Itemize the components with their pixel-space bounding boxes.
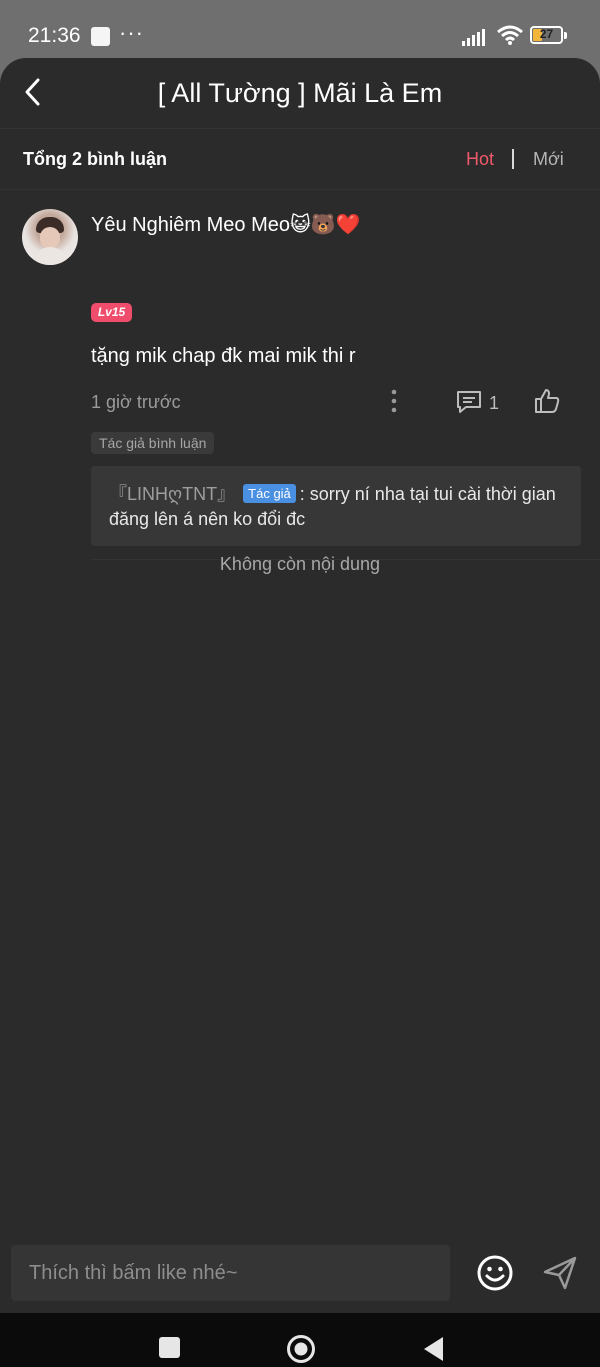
comments-toolbar: Tổng 2 bình luận Hot Mới [0, 129, 600, 190]
comment-username[interactable]: Yêu Nghiêm Meo Meo😺🐻❤️ [91, 212, 361, 237]
comment-text: tặng mik chap đk mai mik thi r [91, 345, 356, 367]
battery-level: 27 [539, 27, 554, 41]
end-of-list-text: Không còn nội dung [219, 554, 381, 574]
comments-screen: [ All Tường ] Mãi Là Em Tổng 2 bình luận… [0, 58, 600, 1313]
comment-icon[interactable] [454, 387, 484, 417]
more-notifications-icon: ··· [119, 20, 144, 45]
sort-hot-tab[interactable]: Hot [466, 149, 494, 170]
smiley-icon[interactable] [476, 1254, 514, 1292]
sort-new-tab[interactable]: Mới [533, 149, 564, 170]
header: [ All Tường ] Mãi Là Em [0, 58, 600, 129]
total-comments-label: Tổng 2 bình luận [23, 149, 167, 169]
battery-icon: 27 [530, 26, 563, 44]
reply-author-name[interactable]: 『LINHღTNT』 [109, 484, 235, 504]
wifi-icon [497, 25, 523, 45]
back-triangle-icon[interactable] [421, 1335, 445, 1363]
author-reply-tag: Tác giả bình luận [91, 432, 215, 454]
signal-icon [462, 29, 485, 46]
send-icon[interactable] [541, 1254, 579, 1292]
status-time: 21:36 [28, 24, 81, 47]
notification-icon [91, 27, 110, 46]
avatar[interactable] [22, 209, 78, 265]
reply-content: 『LINHღTNT』 Tác giả: sorry ní nha tại tui … [109, 482, 567, 532]
home-button[interactable] [286, 1334, 316, 1364]
thumbs-up-icon[interactable] [532, 386, 562, 416]
recent-apps-button[interactable] [159, 1337, 180, 1358]
battery-tip [564, 32, 567, 39]
comment-input-bar [0, 1238, 600, 1313]
back-arrow-icon[interactable] [18, 76, 50, 108]
comment-timestamp: 1 giờ trước [91, 392, 181, 412]
page-title: [ All Tường ] Mãi Là Em [157, 78, 443, 108]
level-badge: Lv15 [91, 303, 132, 322]
comment-input[interactable] [11, 1245, 450, 1301]
author-badge: Tác giả [243, 484, 296, 503]
more-vertical-icon[interactable] [384, 388, 404, 414]
reply-count: 1 [489, 393, 500, 413]
sort-divider [512, 149, 514, 169]
author-reply[interactable]: 『LINHღTNT』 Tác giả: sorry ní nha tại tui … [91, 466, 581, 546]
system-nav-bar [0, 1313, 600, 1367]
